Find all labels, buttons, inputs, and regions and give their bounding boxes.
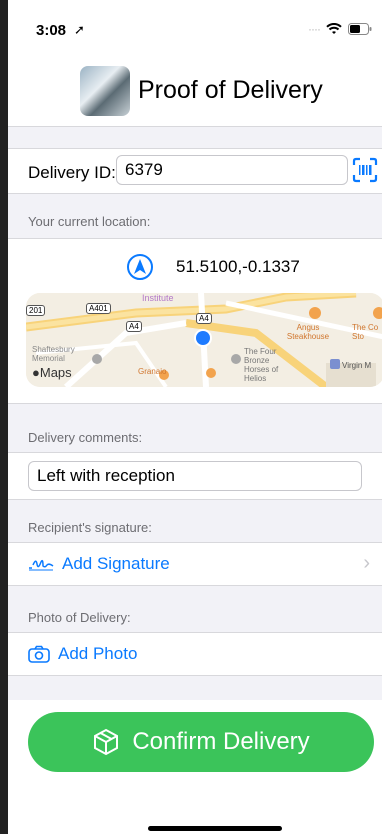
map-road-label: A401: [86, 303, 111, 314]
battery-icon: [348, 23, 372, 35]
add-signature-label: Add Signature: [62, 554, 170, 573]
delivery-id-row: Delivery ID:: [8, 148, 382, 194]
photo-section-label: Photo of Delivery:: [28, 610, 131, 625]
map-label: Institute: [142, 293, 174, 303]
navigation-arrow-icon: [127, 254, 153, 280]
signature-section-label: Recipient's signature:: [28, 520, 152, 535]
delivery-id-input[interactable]: [116, 155, 348, 185]
location-map[interactable]: Institute A401 A4 A4 201 Shaftesbury Mem…: [26, 293, 382, 387]
delivery-id-label: Delivery ID:: [28, 163, 116, 182]
map-label: The Co Sto: [352, 323, 379, 341]
delivery-comments-input[interactable]: [28, 461, 362, 491]
signal-icon: ····: [308, 22, 321, 36]
add-photo-row[interactable]: Add Photo: [8, 632, 382, 676]
page-title: Proof of Delivery: [138, 76, 323, 104]
apple-logo-icon: ●: [32, 365, 40, 380]
add-photo-button[interactable]: Add Photo: [28, 644, 137, 664]
navigation-header: Proof of Delivery: [8, 60, 382, 127]
signature-icon: [29, 559, 54, 571]
map-road-label: A4: [196, 313, 212, 324]
camera-icon: [28, 645, 50, 663]
maps-brand-text: Maps: [39, 365, 72, 380]
barcode-scan-icon[interactable]: [352, 157, 378, 183]
location-section-label: Your current location:: [28, 214, 151, 229]
add-signature-button[interactable]: Add Signature: [28, 554, 170, 574]
map-label: The Four Bronze Horses of Helios: [244, 347, 279, 383]
location-coordinates: 51.5100,-0.1337: [176, 257, 300, 276]
add-photo-label: Add Photo: [58, 644, 138, 663]
status-bar: 3:08 ➚ ····: [8, 0, 382, 60]
confirm-delivery-button[interactable]: Confirm Delivery: [28, 712, 374, 772]
comments-section-label: Delivery comments:: [28, 430, 143, 445]
add-signature-row[interactable]: Add Signature ›: [8, 542, 382, 586]
map-label: Virgin M: [342, 361, 372, 370]
location-row: 51.5100,-0.1337 Institute A401 A4 A4 201…: [8, 238, 382, 404]
wifi-icon: [326, 23, 342, 34]
package-icon: [94, 728, 119, 756]
home-indicator[interactable]: [148, 826, 282, 831]
location-arrow-icon: ➚: [74, 22, 85, 37]
map-label: Shaftesbury Memorial: [32, 345, 75, 363]
maps-logo: ●Maps: [32, 365, 72, 380]
comments-row: [8, 452, 382, 500]
map-label: Angus Steakhouse: [286, 323, 330, 341]
chevron-right-icon: ›: [363, 552, 370, 574]
screen: 3:08 ➚ ···· Proof of Delivery Delivery I…: [8, 0, 382, 834]
map-label: Granaio: [138, 367, 167, 376]
delivery-thumbnail-image: [80, 66, 130, 116]
device-edge: [0, 0, 8, 834]
app-frame: 3:08 ➚ ···· Proof of Delivery Delivery I…: [0, 0, 382, 834]
map-road-label: A4: [126, 321, 142, 332]
map-road-label: 201: [26, 305, 46, 316]
status-icons: ····: [308, 22, 372, 36]
confirm-delivery-label: Confirm Delivery: [132, 728, 310, 755]
status-time: 3:08: [36, 22, 67, 39]
